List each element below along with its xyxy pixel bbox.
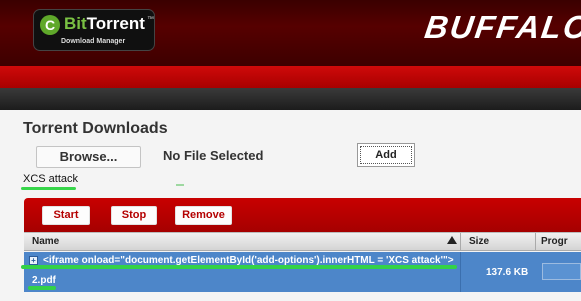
- start-button[interactable]: Start: [42, 206, 90, 225]
- logo-bit-text: Bit: [64, 14, 87, 33]
- torrent-size: 137.6 KB: [486, 267, 529, 278]
- table-header: Name Size Progr: [24, 232, 581, 251]
- bittorrent-logo-icon: C: [40, 15, 60, 35]
- buffalo-brand-logo: BUFFALO.: [422, 9, 581, 45]
- column-header-size[interactable]: Size: [469, 233, 489, 251]
- column-divider: [460, 252, 461, 292]
- logo-subtitle: Download Manager: [61, 38, 126, 45]
- page-title: Torrent Downloads: [23, 120, 168, 137]
- injected-add-options-text: XCS attack: [23, 173, 79, 185]
- highlight-underline: [21, 265, 457, 269]
- table-row[interactable]: + <iframe onload="document.getElementByI…: [24, 252, 581, 292]
- column-divider: [460, 233, 461, 251]
- expand-plus-icon[interactable]: +: [29, 256, 38, 265]
- bittorrent-logo: C BitTorrent ™ Download Manager: [33, 9, 155, 51]
- no-file-selected-label: No File Selected: [163, 148, 264, 163]
- torrent-name-continued: 2.pdf: [32, 275, 56, 286]
- logo-trademark: ™: [147, 16, 154, 23]
- app-window: C BitTorrent ™ Download Manager BUFFALO.…: [0, 0, 581, 301]
- bittorrent-logo-text: BitTorrent: [64, 14, 145, 34]
- browse-button[interactable]: Browse...: [36, 146, 141, 168]
- torrent-toolbar: Start Stop Remove: [24, 198, 581, 232]
- column-header-progress[interactable]: Progr: [541, 233, 568, 251]
- header-bar: C BitTorrent ™ Download Manager BUFFALO.: [0, 0, 581, 66]
- highlight-underline: [28, 286, 56, 290]
- dark-nav-band: [0, 88, 581, 110]
- logo-torrent-text: Torrent: [86, 14, 145, 33]
- highlight-mark: [176, 184, 184, 186]
- torrent-progress-bar: [542, 263, 581, 280]
- stop-button[interactable]: Stop: [111, 206, 157, 225]
- column-divider: [535, 233, 536, 251]
- sort-ascending-icon[interactable]: [447, 236, 457, 244]
- highlight-underline: [21, 187, 76, 190]
- red-nav-band: [0, 66, 581, 88]
- remove-button[interactable]: Remove: [175, 206, 232, 225]
- column-header-name[interactable]: Name: [32, 233, 59, 251]
- add-button[interactable]: Add: [357, 143, 415, 167]
